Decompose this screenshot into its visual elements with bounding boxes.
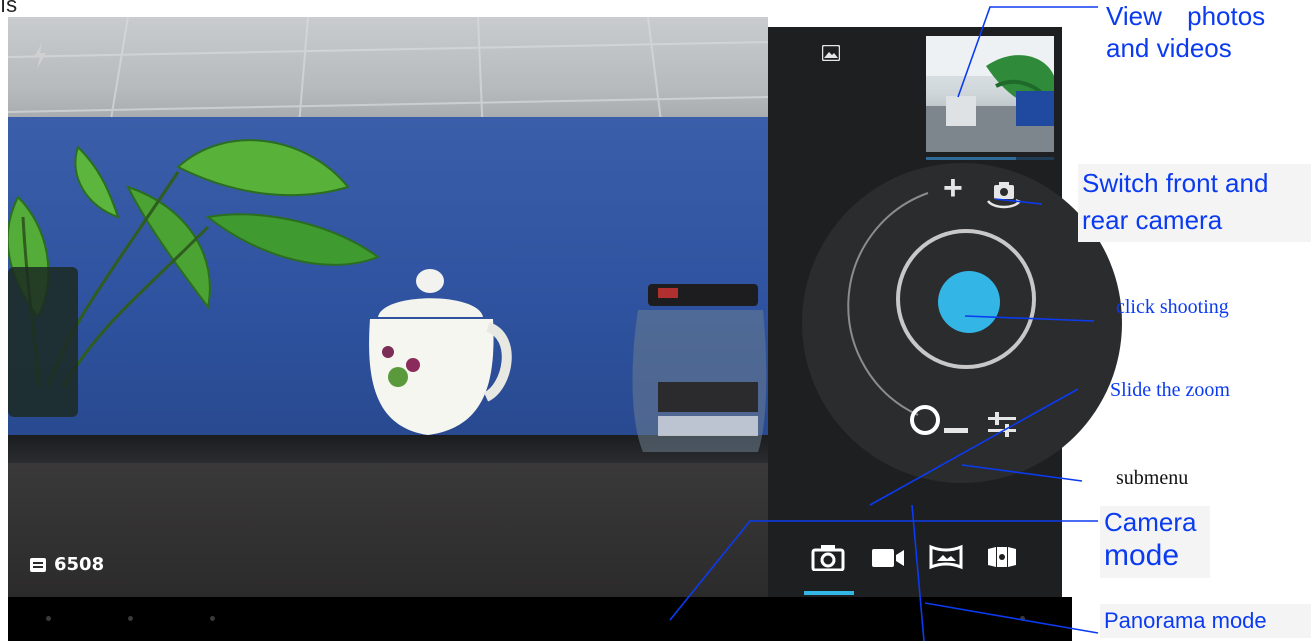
annotation-camera-mode: Camera mode	[1100, 506, 1210, 578]
annotation-camera-mode-line1: Camera	[1104, 507, 1197, 537]
annotation-view-photos: View photos and videos	[1102, 0, 1271, 64]
annotation-camera-mode-line2: mode	[1104, 539, 1180, 572]
annotation-slide-zoom: Slide the zoom	[1110, 379, 1230, 401]
annotation-switch-camera-line2: rear camera	[1082, 205, 1223, 235]
annotation-view-photos-line1: View photos	[1106, 1, 1266, 31]
annotation-click-shooting: click shooting	[1116, 296, 1229, 318]
annotation-view-photos-line2: and videos	[1106, 33, 1232, 63]
annotation-switch-camera: Switch front and rear camera	[1078, 164, 1311, 242]
annotation-submenu: submenu	[1116, 467, 1189, 489]
annotation-panorama-mode: Panorama mode	[1100, 604, 1311, 638]
corner-text-fragment: ıs	[0, 0, 18, 17]
annotation-switch-camera-line1: Switch front and	[1082, 168, 1269, 198]
